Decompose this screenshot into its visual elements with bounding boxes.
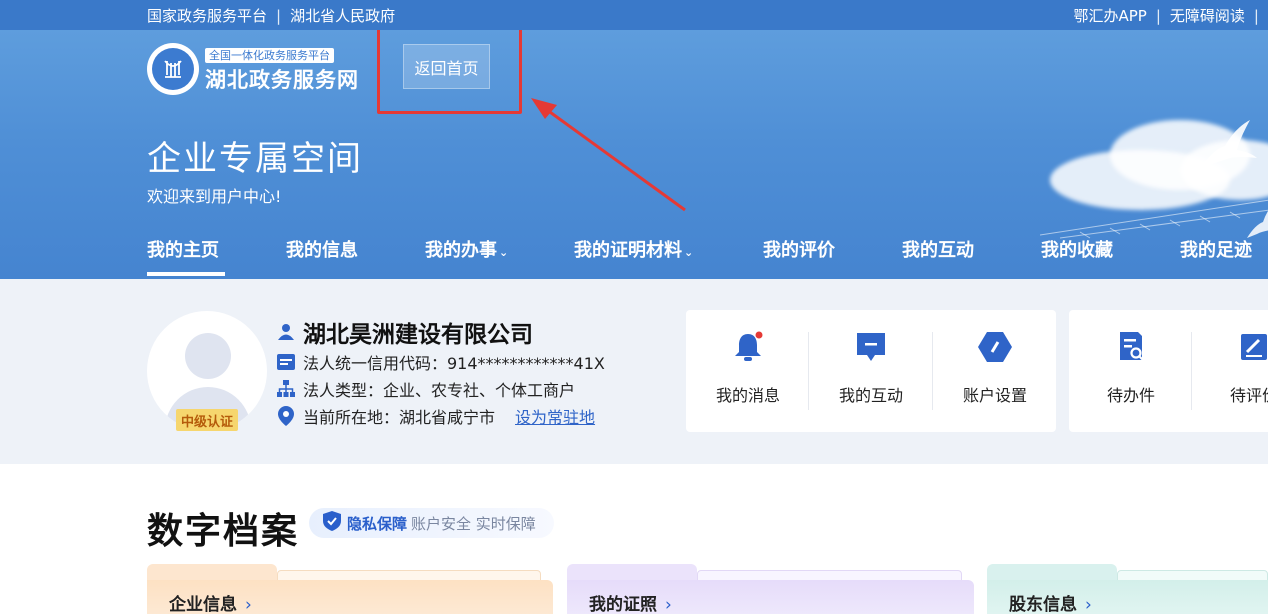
- quick-actions-card: 我的消息 我的互动 账户设置: [686, 310, 1056, 432]
- page-subtitle: 欢迎来到用户中心!: [147, 187, 282, 206]
- folder-label-text: 股东信息: [1009, 595, 1077, 614]
- company-name-text: 湖北昊洲建设有限公司: [303, 322, 533, 348]
- bell-icon: [731, 330, 765, 364]
- id-card-icon: [277, 353, 295, 371]
- card-label: 待评价: [1229, 386, 1268, 405]
- chat-icon: [854, 330, 888, 364]
- nav-item-interactions[interactable]: 我的互动: [902, 236, 974, 262]
- entity-type-text: 法人类型：企业、农专社、个体工商户: [303, 381, 576, 400]
- site-logo[interactable]: 全国一体化政务服务平台 湖北政务服务网: [147, 43, 359, 95]
- chevron-right-icon: ›: [245, 595, 252, 614]
- avatar-head: [185, 333, 231, 379]
- top-bar-left: 国家政务服务平台 | 湖北省人民政府: [147, 5, 395, 26]
- separator: |: [1253, 6, 1259, 25]
- folder-label-text: 企业信息: [169, 595, 237, 614]
- annotation-highlight-box: [377, 30, 522, 114]
- page-title: 企业专属空间: [147, 139, 363, 179]
- chevron-down-icon: ⌄: [684, 246, 694, 259]
- nav-item-footprints[interactable]: 我的足迹: [1180, 236, 1252, 262]
- certification-badge: 中级认证: [176, 409, 238, 431]
- chevron-right-icon: ›: [1085, 595, 1092, 614]
- nav-label: 我的收藏: [1041, 240, 1113, 261]
- user-icon: [277, 323, 295, 341]
- annotation-arrow-icon: [531, 98, 686, 212]
- digital-archive-section: 数字档案 隐私保障 账户安全 实时保障 企业信息 › 我的证照 › 股东信息 ›: [0, 464, 1268, 614]
- set-default-location-link[interactable]: 设为常驻地: [515, 404, 595, 428]
- folder-label: 企业信息 ›: [169, 590, 252, 614]
- credit-code-text: 法人统一信用代码：914************41X: [303, 354, 605, 373]
- bridge-decoration: [1040, 199, 1268, 239]
- shield-icon: [323, 511, 341, 535]
- link-national-platform[interactable]: 国家政务服务平台: [147, 5, 267, 26]
- main-nav: 我的主页 我的信息 我的办事 ⌄ 我的证明材料 ⌄ 我的评价 我的互动 我的收藏 我…: [0, 232, 1268, 279]
- credit-code: 法人统一信用代码：914************41X: [277, 350, 605, 374]
- folder-my-licenses[interactable]: 我的证照 ›: [567, 564, 974, 614]
- logo-text: 全国一体化政务服务平台 湖北政务服务网: [205, 44, 359, 94]
- chevron-down-icon: ⌄: [499, 246, 509, 259]
- nav-label: 我的办事: [425, 240, 497, 261]
- org-chart-icon: [277, 380, 295, 398]
- pending-items-button[interactable]: 待办件: [1069, 330, 1193, 412]
- nav-item-materials[interactable]: 我的证明材料 ⌄: [574, 236, 693, 262]
- logo-subtitle: 全国一体化政务服务平台: [205, 48, 334, 63]
- nav-label: 我的主页: [147, 240, 219, 261]
- nav-item-favorites[interactable]: 我的收藏: [1041, 236, 1113, 262]
- card-label: 我的消息: [715, 386, 780, 405]
- card-label: 我的互动: [838, 386, 903, 405]
- account-settings-button[interactable]: 账户设置: [933, 330, 1057, 412]
- logo-title: 湖北政务服务网: [205, 68, 359, 92]
- card-label: 账户设置: [962, 386, 1027, 405]
- entity-type: 法人类型：企业、农专社、个体工商户: [277, 377, 575, 401]
- nav-label: 我的足迹: [1180, 240, 1252, 261]
- nav-label: 我的信息: [286, 240, 358, 261]
- company-name: 湖北昊洲建设有限公司: [277, 315, 533, 349]
- privacy-desc: 账户安全 实时保障: [411, 514, 536, 533]
- nav-label: 我的证明材料: [574, 240, 682, 261]
- settings-icon: [978, 330, 1012, 364]
- nav-item-reviews[interactable]: 我的评价: [763, 236, 835, 262]
- nav-active-indicator: [147, 272, 225, 276]
- privacy-badge: 隐私保障 账户安全 实时保障: [309, 508, 554, 538]
- privacy-label: 隐私保障: [347, 514, 408, 533]
- hero-banner: 全国一体化政务服务平台 湖北政务服务网 返回首页 企业专属空间 欢迎来到用户中心…: [0, 30, 1268, 279]
- link-provincial-government[interactable]: 湖北省人民政府: [290, 5, 395, 26]
- chevron-right-icon: ›: [665, 595, 672, 614]
- nav-label: 我的评价: [763, 240, 835, 261]
- folder-label: 我的证照 ›: [589, 590, 672, 614]
- pending-card: 待办件 待评价: [1069, 310, 1268, 432]
- link-app[interactable]: 鄂汇办APP: [1073, 5, 1146, 26]
- location-pin-icon: [277, 406, 295, 426]
- nav-item-info[interactable]: 我的信息: [286, 236, 358, 262]
- folder-label-text: 我的证照: [589, 595, 657, 614]
- edit-icon: [1237, 330, 1268, 364]
- crane-icon: [1200, 120, 1257, 168]
- my-messages-button[interactable]: 我的消息: [686, 330, 810, 412]
- profile-section: 中级认证 湖北昊洲建设有限公司 法人统一信用代码：914************…: [0, 279, 1268, 464]
- folder-label: 股东信息 ›: [1009, 590, 1092, 614]
- link-accessibility[interactable]: 无障碍阅读: [1170, 5, 1245, 26]
- my-interactions-button[interactable]: 我的互动: [809, 330, 933, 412]
- location-text: 当前所在地：湖北省咸宁市: [303, 408, 496, 427]
- top-bar-right: 鄂汇办APP | 无障碍阅读 | 湖北: [1073, 5, 1268, 26]
- separator: |: [1155, 6, 1161, 25]
- pending-review-button[interactable]: 待评价: [1192, 330, 1268, 412]
- section-title: 数字档案: [147, 511, 300, 552]
- nav-item-affairs[interactable]: 我的办事 ⌄: [425, 236, 508, 262]
- folder-shareholder-info[interactable]: 股东信息 ›: [987, 564, 1268, 614]
- location: 当前所在地：湖北省咸宁市 设为常驻地: [277, 404, 595, 428]
- folder-company-info[interactable]: 企业信息 ›: [147, 564, 553, 614]
- lyre-emblem-icon: [147, 43, 199, 95]
- todo-doc-icon: [1114, 330, 1148, 364]
- separator: |: [276, 6, 282, 25]
- nav-label: 我的互动: [902, 240, 974, 261]
- top-bar: 国家政务服务平台 | 湖北省人民政府 鄂汇办APP | 无障碍阅读 | 湖北: [0, 0, 1268, 30]
- nav-item-home[interactable]: 我的主页: [147, 236, 219, 262]
- card-label: 待办件: [1106, 386, 1155, 405]
